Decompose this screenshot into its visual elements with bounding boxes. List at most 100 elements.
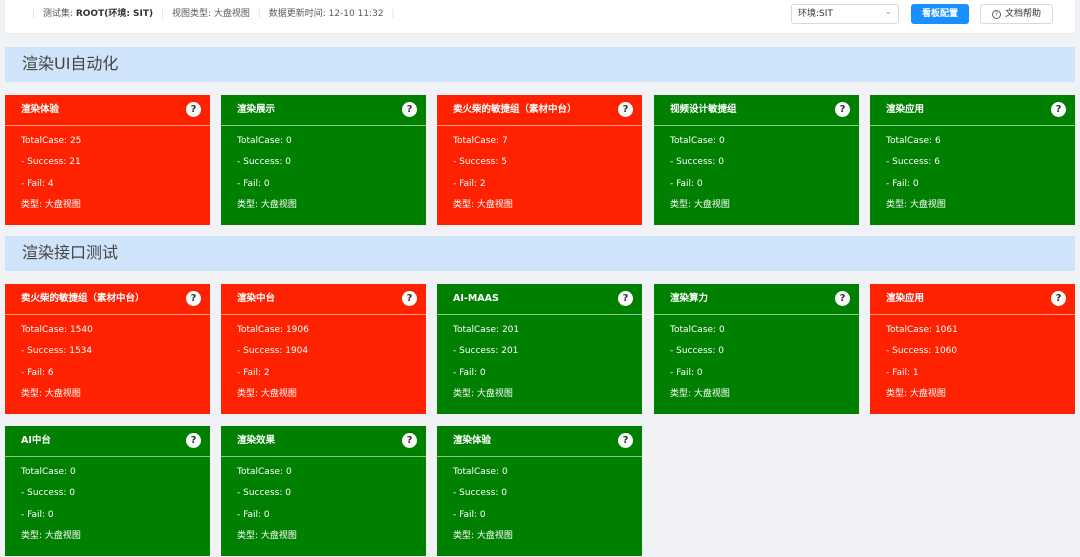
fail-count: - Fail: 0 xyxy=(237,179,270,189)
success-count: - Success: 0 xyxy=(237,157,291,167)
card-title: 渲染效果 xyxy=(237,435,276,446)
env-select-value: 环境:SIT xyxy=(798,9,833,19)
total-case: TotalCase: 1061 xyxy=(886,325,958,335)
fail-count: - Fail: 6 xyxy=(21,368,54,378)
card-header: 视频设计敏捷组? xyxy=(654,95,859,126)
success-count: - Success: 0 xyxy=(21,488,75,498)
status-card[interactable]: 渲染效果? TotalCase: 0 - Success: 0 - Fail: 0 类型… xyxy=(221,426,426,556)
card-type: 类型: 大盘视图 xyxy=(670,200,730,210)
fail-count: - Fail: 2 xyxy=(237,368,270,378)
fail-count: - Fail: 4 xyxy=(21,179,54,189)
update-time-label: 数据更新时间: xyxy=(268,9,326,19)
card-title: 渲染中台 xyxy=(237,293,276,304)
question-icon[interactable]: ? xyxy=(186,102,201,117)
chevron-down-icon: ⌄ xyxy=(884,7,892,17)
success-count: - Success: 21 xyxy=(21,157,81,167)
status-card[interactable]: 渲染展示? TotalCase: 0 - Success: 0 - Fail: 0 类型… xyxy=(221,95,426,225)
status-card[interactable]: 渲染应用? TotalCase: 6 - Success: 6 - Fail: 0 类型… xyxy=(870,95,1075,225)
question-icon[interactable]: ? xyxy=(186,291,201,306)
total-case: TotalCase: 1540 xyxy=(21,325,93,335)
status-card[interactable]: 渲染应用? TotalCase: 1061 - Success: 1060 - Fai… xyxy=(870,284,1075,414)
section-header: 渲染UI自动化 xyxy=(5,47,1075,82)
card-type: 类型: 大盘视图 xyxy=(21,531,81,541)
question-circle-icon: ? xyxy=(991,10,1001,19)
card-header: 渲染中台? xyxy=(221,284,426,315)
question-icon[interactable]: ? xyxy=(618,291,633,306)
total-case: TotalCase: 6 xyxy=(886,136,941,146)
card-header: AI-MAAS? xyxy=(437,284,642,315)
card-type: 类型: 大盘视图 xyxy=(886,200,946,210)
testset-value: ROOT(环境: SIT) xyxy=(75,9,154,19)
card-title: 卖火柴的敏捷组（素材中台） xyxy=(453,104,577,115)
total-case: TotalCase: 1906 xyxy=(237,325,309,335)
card-title: 渲染算力 xyxy=(670,293,709,304)
card-header: 渲染展示? xyxy=(221,95,426,126)
view-type-value: 大盘视图 xyxy=(213,9,250,19)
success-count: - Success: 0 xyxy=(670,346,724,356)
status-card[interactable]: AI中台? TotalCase: 0 - Success: 0 - Fail: 0 类型… xyxy=(5,426,210,556)
total-case: TotalCase: 0 xyxy=(670,136,725,146)
total-case: TotalCase: 0 xyxy=(21,467,76,477)
total-case: TotalCase: 0 xyxy=(237,467,292,477)
question-icon[interactable]: ? xyxy=(835,102,850,117)
success-count: - Success: 1534 xyxy=(21,346,93,356)
env-select[interactable]: 环境:SIT ⌄ xyxy=(791,4,899,24)
status-card[interactable]: 卖火柴的敏捷组（素材中台）? TotalCase: 7 - Success: 5 - … xyxy=(437,95,642,225)
question-icon[interactable]: ? xyxy=(402,291,417,306)
update-time-value: 12-10 11:32 xyxy=(328,9,384,19)
total-case: TotalCase: 7 xyxy=(453,136,508,146)
card-header: 渲染应用? xyxy=(870,95,1075,126)
question-icon[interactable]: ? xyxy=(1051,102,1066,117)
top-toolbar: | 测试集: ROOT(环境: SIT) | 视图类型: 大盘视图 | 数据更新… xyxy=(5,0,1075,34)
card-header: 卖火柴的敏捷组（素材中台）? xyxy=(5,284,210,315)
help-doc-button[interactable]: ? 文档帮助 xyxy=(980,4,1053,24)
card-title: 渲染应用 xyxy=(886,104,925,115)
status-card[interactable]: AI-MAAS? TotalCase: 201 - Success: 201 - Fa… xyxy=(437,284,642,414)
status-card[interactable]: 视频设计敏捷组? TotalCase: 0 - Success: 0 - Fail: … xyxy=(654,95,859,225)
fail-count: - Fail: 0 xyxy=(453,368,486,378)
card-type: 类型: 大盘视图 xyxy=(21,200,81,210)
total-case: TotalCase: 25 xyxy=(21,136,82,146)
question-icon[interactable]: ? xyxy=(1051,291,1066,306)
fail-count: - Fail: 0 xyxy=(886,179,919,189)
total-case: TotalCase: 201 xyxy=(453,325,520,335)
board-config-button[interactable]: 看板配置 xyxy=(911,4,969,24)
card-header: 卖火柴的敏捷组（素材中台）? xyxy=(437,95,642,126)
question-icon[interactable]: ? xyxy=(618,102,633,117)
card-header: 渲染应用? xyxy=(870,284,1075,315)
card-title: 卖火柴的敏捷组（素材中台） xyxy=(21,293,145,304)
total-case: TotalCase: 0 xyxy=(237,136,292,146)
card-type: 类型: 大盘视图 xyxy=(237,389,297,399)
card-type: 类型: 大盘视图 xyxy=(237,200,297,210)
success-count: - Success: 6 xyxy=(886,157,940,167)
card-type: 类型: 大盘视图 xyxy=(453,200,513,210)
status-card[interactable]: 渲染体验? TotalCase: 25 - Success: 21 - Fail: 4… xyxy=(5,95,210,225)
status-card[interactable]: 渲染算力? TotalCase: 0 - Success: 0 - Fail: 0 类型… xyxy=(654,284,859,414)
card-type: 类型: 大盘视图 xyxy=(453,389,513,399)
status-card[interactable]: 渲染中台? TotalCase: 1906 - Success: 1904 - Fai… xyxy=(221,284,426,414)
card-type: 类型: 大盘视图 xyxy=(453,531,513,541)
card-title: 渲染体验 xyxy=(21,104,60,115)
section-header: 渲染接口测试 xyxy=(5,236,1075,271)
fail-count: - Fail: 1 xyxy=(886,368,919,378)
success-count: - Success: 0 xyxy=(237,488,291,498)
testset-label: 测试集: xyxy=(42,9,73,19)
card-type: 类型: 大盘视图 xyxy=(670,389,730,399)
card-type: 类型: 大盘视图 xyxy=(237,531,297,541)
status-card[interactable]: 卖火柴的敏捷组（素材中台）? TotalCase: 1540 - Success: … xyxy=(5,284,210,414)
question-icon[interactable]: ? xyxy=(618,433,633,448)
card-header: 渲染效果? xyxy=(221,426,426,457)
fail-count: - Fail: 0 xyxy=(670,368,703,378)
status-card[interactable]: 渲染体验? TotalCase: 0 - Success: 0 - Fail: 0 类型… xyxy=(437,426,642,556)
total-case: TotalCase: 0 xyxy=(670,325,725,335)
card-title: 渲染体验 xyxy=(453,435,492,446)
question-icon[interactable]: ? xyxy=(835,291,850,306)
fail-count: - Fail: 0 xyxy=(453,510,486,520)
header-info: | 测试集: ROOT(环境: SIT) | 视图类型: 大盘视图 | 数据更新… xyxy=(32,9,395,19)
question-icon[interactable]: ? xyxy=(186,433,201,448)
question-icon[interactable]: ? xyxy=(402,102,417,117)
question-icon[interactable]: ? xyxy=(402,433,417,448)
success-count: - Success: 0 xyxy=(670,157,724,167)
success-count: - Success: 201 xyxy=(453,346,519,356)
card-title: AI中台 xyxy=(21,435,51,446)
